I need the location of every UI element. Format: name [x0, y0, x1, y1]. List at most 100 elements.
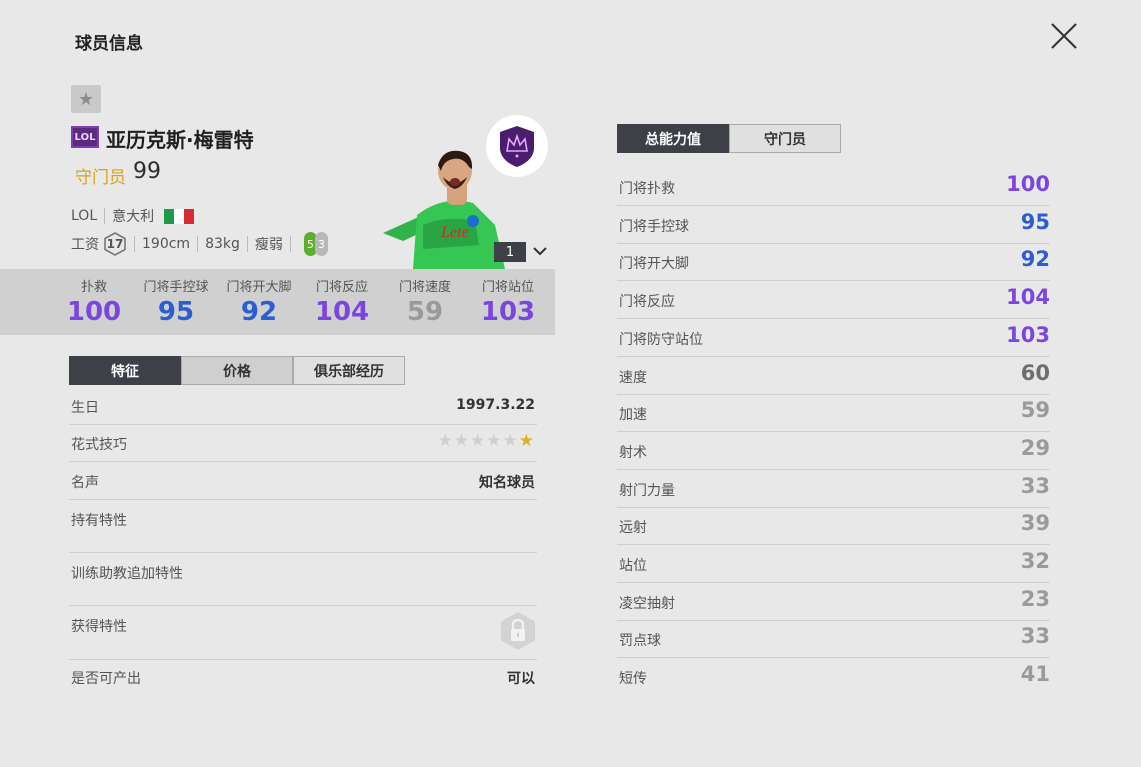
- attribute-label: 速度: [619, 369, 647, 386]
- player-meta-row: LOL 意大利: [71, 206, 195, 226]
- page-title: 球员信息: [75, 34, 143, 54]
- attribute-value: 33: [1020, 473, 1050, 498]
- tab-features[interactable]: 特征: [69, 356, 181, 385]
- attribute-label: 射术: [619, 444, 647, 461]
- attribute-row: 罚点球 33: [617, 620, 1050, 659]
- attribute-label: 远射: [619, 520, 647, 537]
- attribute-row: 凌空抽射 23: [617, 583, 1050, 621]
- attribute-value: 33: [1020, 624, 1050, 649]
- lock-icon: [501, 612, 535, 650]
- attribute-value: 32: [1020, 549, 1050, 573]
- attribute-label: 门将手控球: [619, 218, 689, 235]
- chevron-down-icon: [533, 247, 547, 256]
- attribute-value: 103: [1006, 322, 1050, 347]
- divider: [246, 236, 248, 252]
- attribute-row: 远射 39: [617, 507, 1050, 546]
- right-foot-value: 3: [314, 232, 328, 256]
- info-value: 可以: [507, 671, 535, 687]
- summary-stats-bar: 扑救 100 门将手控球 95 门将开大脚 92 门将反应 104 门将速度 5…: [0, 269, 555, 335]
- close-button[interactable]: [1048, 20, 1080, 52]
- attribute-value: 59: [1020, 398, 1050, 423]
- star-empty-icon: ★★★★★: [437, 431, 519, 451]
- summary-stat: 门将开大脚 92: [219, 276, 299, 327]
- attribute-tabs: 总能力值 守门员: [617, 124, 841, 153]
- player-photo-icon: Lete: [383, 150, 505, 269]
- info-row-tradable: 是否可产出 可以: [69, 660, 537, 696]
- attribute-row: 站位 32: [617, 545, 1050, 583]
- summary-stat: 门将手控球 95: [136, 276, 216, 327]
- info-label: 训练助教追加特性: [71, 566, 183, 582]
- attribute-label: 凌空抽射: [619, 595, 675, 612]
- attribute-row: 门将手控球 95: [617, 206, 1050, 244]
- attribute-value: 100: [1006, 172, 1050, 196]
- summary-stat-value: 104: [314, 297, 370, 327]
- attribute-value: 104: [1006, 285, 1050, 310]
- favorite-button[interactable]: ★: [71, 85, 101, 113]
- summary-stat-value: 95: [157, 297, 195, 327]
- attribute-row: 短传 41: [617, 658, 1050, 695]
- attribute-row: 门将防守站位 103: [617, 319, 1050, 357]
- summary-stat-label: 扑救: [80, 280, 107, 295]
- attribute-row: 速度 60: [617, 357, 1050, 395]
- attribute-value: 23: [1020, 586, 1050, 611]
- salary-label: 工资: [71, 237, 99, 253]
- attribute-row: 射门力量 33: [617, 470, 1050, 508]
- divider: [134, 236, 135, 252]
- info-label: 名声: [71, 475, 99, 491]
- level-badge[interactable]: 1: [494, 242, 526, 262]
- attribute-label: 门将扑救: [619, 181, 675, 197]
- info-row-birthday: 生日 1997.3.22: [69, 387, 537, 425]
- attribute-value: 41: [1020, 662, 1050, 687]
- level-dropdown-button[interactable]: [531, 243, 549, 259]
- attribute-row: 门将开大脚 92: [617, 243, 1050, 282]
- tab-overall-attributes[interactable]: 总能力值: [617, 124, 729, 153]
- attribute-label: 站位: [619, 558, 647, 574]
- summary-stat-label: 门将速度: [398, 280, 451, 295]
- attribute-label: 门将开大脚: [619, 256, 689, 273]
- divider: [197, 236, 199, 252]
- summary-stat-value: 92: [240, 297, 278, 327]
- attribute-label: 罚点球: [619, 633, 661, 650]
- attribute-row: 门将反应 104: [617, 281, 1050, 320]
- summary-stat-label: 门将开大脚: [226, 280, 292, 295]
- attribute-row: 射术 29: [617, 432, 1050, 470]
- attribute-label: 射门力量: [619, 482, 675, 499]
- summary-stat-label: 门将反应: [315, 280, 368, 295]
- attribute-label: 加速: [619, 407, 647, 424]
- info-label: 持有特性: [71, 513, 127, 529]
- info-label: 生日: [71, 400, 99, 416]
- info-row-coach-traits: 训练助教追加特性: [69, 553, 537, 606]
- summary-stat: 扑救 100: [54, 276, 134, 327]
- height: 190cm: [142, 236, 191, 252]
- summary-stat-value: 59: [406, 297, 444, 327]
- salary-value: 17: [106, 237, 124, 251]
- close-icon: [1051, 23, 1077, 49]
- foot-rating: 5 3: [303, 232, 328, 256]
- attribute-label: 门将反应: [619, 294, 675, 311]
- player-name: 亚历克斯·梅雷特: [106, 128, 254, 152]
- attribute-label: 短传: [619, 671, 647, 688]
- season-name: LOL: [71, 208, 98, 224]
- tab-price[interactable]: 价格: [181, 356, 293, 385]
- attribute-value: 39: [1020, 511, 1050, 536]
- info-label: 花式技巧: [71, 437, 127, 453]
- skill-stars: ★★★★★★: [438, 431, 535, 451]
- player-overall: 99: [133, 159, 161, 184]
- salary-badge: 17: [103, 232, 127, 256]
- info-row-acquired-traits: 获得特性: [69, 606, 537, 660]
- divider: [289, 236, 291, 252]
- player-physical-row: 工资 17 190cm 83kg 瘦弱 5 3: [71, 232, 328, 256]
- weight: 83kg: [205, 236, 240, 252]
- info-row-skill: 花式技巧 ★★★★★★: [69, 425, 537, 462]
- attribute-row: 门将扑救 100: [617, 168, 1050, 206]
- attribute-value: 60: [1020, 360, 1050, 385]
- player-portrait: Lete: [383, 145, 505, 269]
- lock-button[interactable]: [499, 611, 537, 655]
- attribute-label: 门将防守站位: [619, 331, 703, 348]
- attribute-value: 92: [1020, 247, 1050, 272]
- attribute-row: 加速 59: [617, 394, 1050, 433]
- info-label: 是否可产出: [71, 671, 141, 687]
- tab-goalkeeper[interactable]: 守门员: [729, 124, 841, 153]
- tab-club-history[interactable]: 俱乐部经历: [293, 356, 405, 385]
- info-label: 获得特性: [71, 619, 127, 635]
